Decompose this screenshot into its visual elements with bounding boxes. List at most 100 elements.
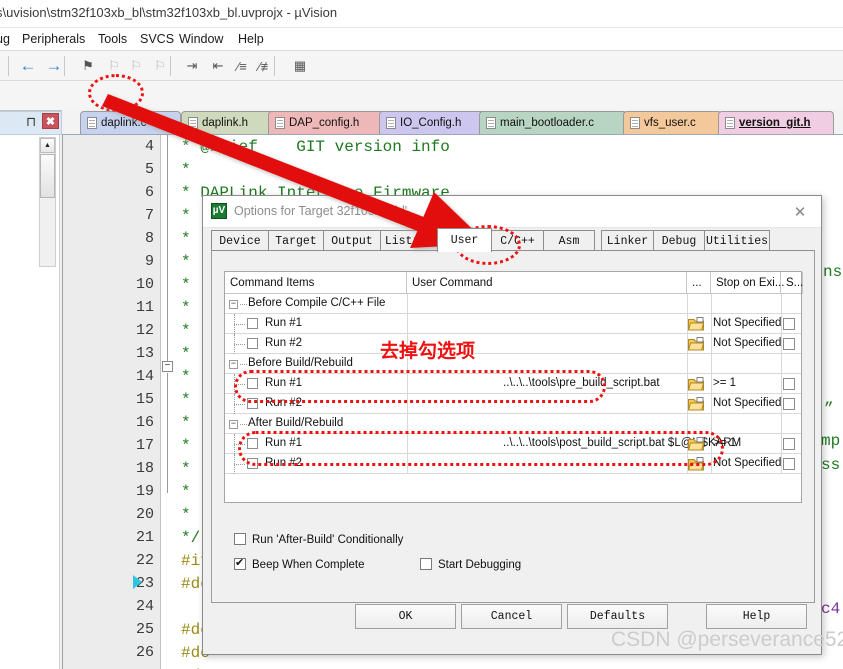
uncomment-icon[interactable]: ∕≢: [256, 56, 276, 76]
editor-tab-version-git-h[interactable]: version_git.h: [718, 111, 834, 134]
browse-folder-icon[interactable]: [687, 317, 705, 331]
stop-on-exit-value[interactable]: Not Specified: [713, 457, 781, 469]
grid-row-checkbox[interactable]: [247, 378, 258, 389]
browse-folder-icon[interactable]: [687, 337, 705, 351]
scrollbar-thumb[interactable]: [40, 154, 55, 198]
stop-on-exit-value[interactable]: Not Specified: [713, 317, 781, 329]
menu-item-peripherals[interactable]: Peripherals: [20, 31, 87, 47]
grid-row[interactable]: Run #2 Not Specified: [225, 394, 801, 414]
forward-arrow-icon[interactable]: →: [44, 56, 64, 76]
close-icon[interactable]: ✖: [42, 113, 59, 129]
editor-gutter: 4 5 6 7 8 9 10 11 12 13 14 15 16 17 18 19 20 21 22 23 24 25 26…: [63, 135, 161, 669]
editor-tab-vfs-user-c[interactable]: vfs_user.c: [623, 111, 722, 134]
dialog-tab-asm[interactable]: Asm: [543, 230, 595, 251]
spawn-checkbox[interactable]: [783, 458, 795, 470]
spawn-checkbox[interactable]: [783, 318, 795, 330]
editor-tab-dap-config-h[interactable]: DAP_config.h: [268, 111, 390, 134]
grid-column-divider: [781, 434, 782, 453]
dialog-tab-output[interactable]: Output: [323, 230, 381, 251]
dialog-tab-debug[interactable]: Debug: [653, 230, 705, 251]
editor-tab-daplink-h[interactable]: daplink.h: [181, 111, 281, 134]
dialog-tab-target[interactable]: Target: [268, 230, 324, 251]
option-beep-when-complete[interactable]: Beep When Complete: [234, 556, 365, 571]
browse-folder-icon[interactable]: [687, 457, 705, 471]
menu-item-tools[interactable]: Tools: [96, 31, 129, 47]
bookmark-prev-icon[interactable]: ⚐: [126, 56, 146, 76]
user-command-value[interactable]: ..\..\..\tools\post_build_script.bat $L@…: [503, 437, 741, 449]
grid-column-header[interactable]: S...: [781, 272, 803, 294]
user-command-value[interactable]: ..\..\..\tools\pre_build_script.bat: [503, 377, 660, 389]
menu-item-help[interactable]: Help: [236, 31, 266, 47]
browse-folder-icon[interactable]: [687, 397, 705, 411]
dialog-tab-listing[interactable]: Listing: [380, 230, 438, 251]
pin-icon[interactable]: ⊓: [26, 114, 36, 130]
grid-row-checkbox[interactable]: [247, 318, 258, 329]
grid-column-header[interactable]: Stop on Exi...: [711, 272, 784, 294]
stop-on-exit-value[interactable]: Not Specified: [713, 397, 781, 409]
title-bar: s\uvision\stm32f103xb_bl\stm32f103xb_bl.…: [0, 0, 843, 28]
bookmark-clear-icon[interactable]: ⚐: [150, 56, 170, 76]
grid-column-divider: [711, 394, 712, 413]
grid-column-header[interactable]: Command Items: [225, 272, 407, 294]
grid-column-header[interactable]: ...: [687, 272, 711, 294]
checkbox[interactable]: [234, 556, 246, 570]
grid-row-checkbox[interactable]: [247, 458, 258, 469]
spawn-checkbox[interactable]: [783, 378, 795, 390]
browse-folder-icon[interactable]: [687, 377, 705, 391]
tree-collapse-icon[interactable]: −: [229, 300, 238, 309]
dialog-tab-device[interactable]: Device: [211, 230, 269, 251]
bookmark-icon[interactable]: ⚑: [78, 56, 98, 76]
ok-button[interactable]: OK: [355, 604, 456, 629]
editor-tab-daplink-c[interactable]: daplink.c: [80, 111, 181, 134]
grid-row[interactable]: Run #1 Not Specified: [225, 314, 801, 334]
option-start-debugging[interactable]: Start Debugging: [420, 558, 521, 571]
spawn-checkbox[interactable]: [783, 398, 795, 410]
stop-on-exit-value[interactable]: Not Specified: [713, 337, 781, 349]
grid-row[interactable]: − Before Compile C/C++ File: [225, 294, 801, 314]
bookmark-toggle-icon[interactable]: ⚐: [104, 56, 124, 76]
grid-row-checkbox[interactable]: [247, 338, 258, 349]
indent-right-icon[interactable]: ⇥: [182, 56, 202, 76]
scroll-up-icon[interactable]: ▲: [40, 138, 55, 153]
fold-toggle-icon[interactable]: −: [162, 361, 173, 372]
menu-item-window[interactable]: Window: [177, 31, 225, 47]
stop-on-exit-value[interactable]: >= 1: [713, 377, 736, 389]
comment-icon[interactable]: ∕≡: [232, 56, 252, 76]
checkbox[interactable]: [420, 558, 432, 570]
browse-folder-icon[interactable]: [687, 437, 705, 451]
grid-row-checkbox[interactable]: [247, 438, 258, 449]
dialog-tab-user[interactable]: User: [437, 228, 492, 252]
spawn-checkbox[interactable]: [783, 438, 795, 450]
defaults-button[interactable]: Defaults: [567, 604, 668, 629]
dialog-tab-linker[interactable]: Linker: [601, 230, 654, 251]
command-items-grid[interactable]: Command Items User Command... Stop on Exi.…: [224, 271, 803, 503]
line-number: 12: [135, 322, 154, 339]
cancel-button[interactable]: Cancel: [461, 604, 562, 629]
menu-item-svcs[interactable]: SVCS: [138, 31, 176, 47]
checkbox[interactable]: [234, 533, 246, 545]
menu-item-ug[interactable]: ug: [0, 31, 12, 47]
grid-row[interactable]: Run #1 ..\..\..\tools\pre_build_script.ba…: [225, 374, 801, 394]
tree-collapse-icon[interactable]: −: [229, 420, 238, 429]
stop-on-exit-value[interactable]: >= 1: [713, 437, 736, 449]
grid-row-checkbox[interactable]: [247, 398, 258, 409]
grid-row[interactable]: Run #2 Not Specified: [225, 454, 801, 474]
back-arrow-icon[interactable]: ←: [18, 56, 38, 76]
option-run-after-build-conditionally[interactable]: Run 'After-Build' Conditionally: [234, 533, 403, 546]
grid-row[interactable]: − Before Build/Rebuild: [225, 354, 801, 374]
grid-column-divider: [711, 414, 712, 433]
editor-tab-main-bootloader-c[interactable]: main_bootloader.c: [479, 111, 627, 134]
tree-collapse-icon[interactable]: −: [229, 360, 238, 369]
grid-row[interactable]: Run #1 ..\..\..\tools\post_build_script.b…: [225, 434, 801, 454]
grid-row[interactable]: − After Build/Rebuild: [225, 414, 801, 434]
help-button[interactable]: Help: [706, 604, 807, 629]
spawn-checkbox[interactable]: [783, 338, 795, 350]
grid-column-header[interactable]: User Command: [407, 272, 687, 294]
dialog-tab-utilities[interactable]: Utilities: [704, 230, 770, 251]
indent-left-icon[interactable]: ⇤: [208, 56, 228, 76]
grid-row[interactable]: Run #2 Not Specified: [225, 334, 801, 354]
dialog-close-icon[interactable]: ✕: [789, 202, 811, 222]
dialog-tab-cc[interactable]: C/C++: [491, 230, 544, 251]
config-wizard-icon[interactable]: ▦: [290, 56, 310, 76]
editor-tab-io-config-h[interactable]: IO_Config.h: [379, 111, 490, 134]
